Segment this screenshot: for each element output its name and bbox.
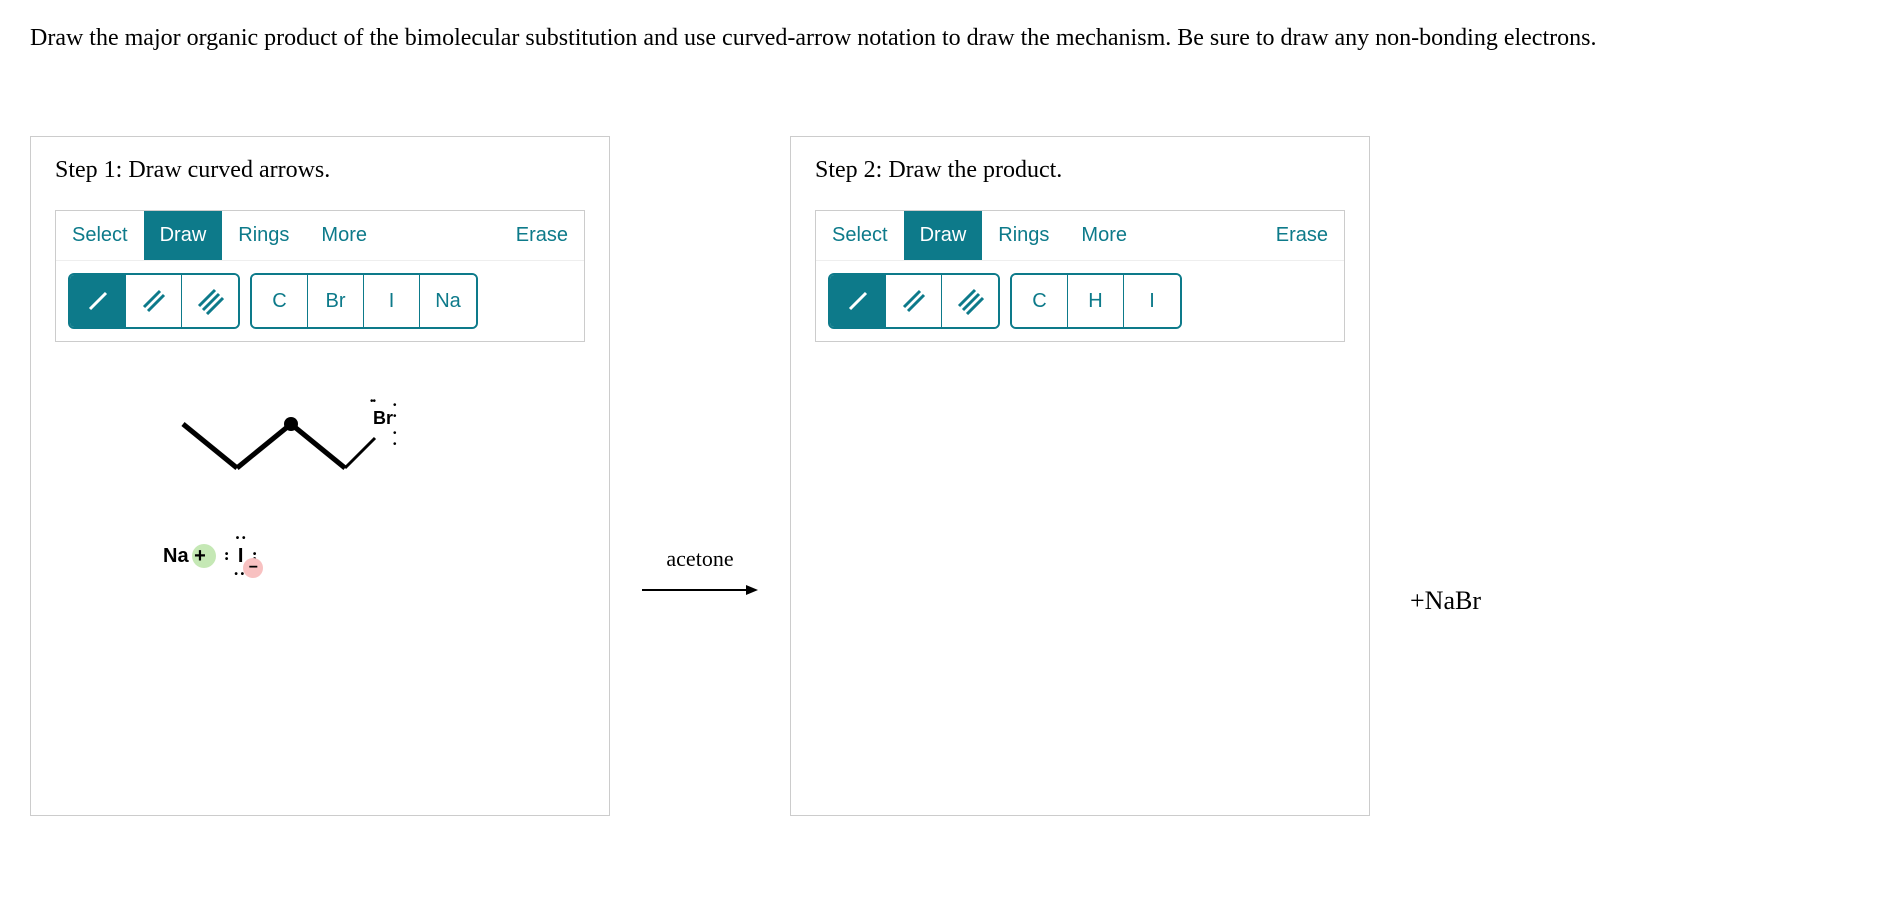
toolbar-tools-step2: C H I bbox=[816, 261, 1344, 341]
tab-more[interactable]: More bbox=[305, 211, 383, 260]
tab-rings[interactable]: Rings bbox=[222, 211, 305, 260]
tab-select[interactable]: Select bbox=[816, 211, 904, 260]
double-bond-button[interactable] bbox=[126, 275, 182, 327]
tab-erase[interactable]: Erase bbox=[500, 211, 584, 260]
step1-title: Step 1: Draw curved arrows. bbox=[55, 157, 585, 184]
element-c-button[interactable]: C bbox=[1012, 275, 1068, 327]
tab-draw[interactable]: Draw bbox=[144, 211, 223, 260]
element-h-button[interactable]: H bbox=[1068, 275, 1124, 327]
lone-pair-icon: • • bbox=[236, 533, 246, 544]
workspace: Step 1: Draw curved arrows. Select Draw … bbox=[30, 136, 1852, 816]
br-lone-pair: •• bbox=[393, 400, 396, 422]
single-bond-button[interactable] bbox=[830, 275, 886, 327]
toolbar-tabs-step1: Select Draw Rings More Erase bbox=[56, 211, 584, 261]
panel-step1: Step 1: Draw curved arrows. Select Draw … bbox=[30, 136, 610, 816]
br-lone-pair: •• bbox=[370, 396, 375, 407]
tab-select[interactable]: Select bbox=[56, 211, 144, 260]
question-text: Draw the major organic product of the bi… bbox=[30, 20, 1852, 56]
tab-more[interactable]: More bbox=[1065, 211, 1143, 260]
iodide-anion: • • • • •• •• I − bbox=[224, 537, 258, 576]
drawing-canvas-step2[interactable] bbox=[815, 352, 1345, 772]
step2-title: Step 2: Draw the product. bbox=[815, 157, 1345, 184]
double-bond-button[interactable] bbox=[886, 275, 942, 327]
element-i-button[interactable]: I bbox=[364, 275, 420, 327]
reaction-arrow-icon bbox=[640, 580, 760, 606]
substrate-molecule: Br •• •• •• bbox=[175, 412, 395, 507]
toolbar-step1: Select Draw Rings More Erase bbox=[55, 210, 585, 342]
tab-draw[interactable]: Draw bbox=[904, 211, 983, 260]
element-i-button[interactable]: I bbox=[1124, 275, 1180, 327]
tab-rings[interactable]: Rings bbox=[982, 211, 1065, 260]
single-bond-button[interactable] bbox=[70, 275, 126, 327]
reaction-conditions: acetone bbox=[630, 546, 770, 606]
solvent-label: acetone bbox=[640, 546, 760, 572]
element-na-button[interactable]: Na bbox=[420, 275, 476, 327]
byproduct-label: +NaBr bbox=[1410, 586, 1481, 616]
sodium-cation-label: Na + bbox=[163, 545, 206, 568]
element-br-button[interactable]: Br bbox=[308, 275, 364, 327]
toolbar-tabs-step2: Select Draw Rings More Erase bbox=[816, 211, 1344, 261]
lone-pair-icon: •• bbox=[225, 552, 229, 562]
element-c-button[interactable]: C bbox=[252, 275, 308, 327]
panel-step2: Step 2: Draw the product. Select Draw Ri… bbox=[790, 136, 1370, 816]
element-group-step1: C Br I Na bbox=[250, 273, 478, 329]
bromine-atom-label: Br bbox=[373, 408, 393, 429]
sodium-iodide: Na + • • • • •• •• I − bbox=[163, 537, 257, 576]
anion-charge-highlight: − bbox=[243, 558, 263, 578]
element-group-step2: C H I bbox=[1010, 273, 1182, 329]
triple-bond-button[interactable] bbox=[182, 275, 238, 327]
bond-group-step2 bbox=[828, 273, 1000, 329]
bond-skeleton bbox=[175, 412, 395, 502]
bond-group-step1 bbox=[68, 273, 240, 329]
tab-erase[interactable]: Erase bbox=[1260, 211, 1344, 260]
toolbar-step2: Select Draw Rings More Erase bbox=[815, 210, 1345, 342]
triple-bond-button[interactable] bbox=[942, 275, 998, 327]
drawing-canvas-step1[interactable]: Br •• •• •• Na + • • • • •• •• I − bbox=[55, 352, 585, 772]
br-lone-pair: •• bbox=[393, 428, 396, 450]
iodide-atom-label: I bbox=[238, 545, 244, 567]
toolbar-tools-step1: C Br I Na bbox=[56, 261, 584, 341]
